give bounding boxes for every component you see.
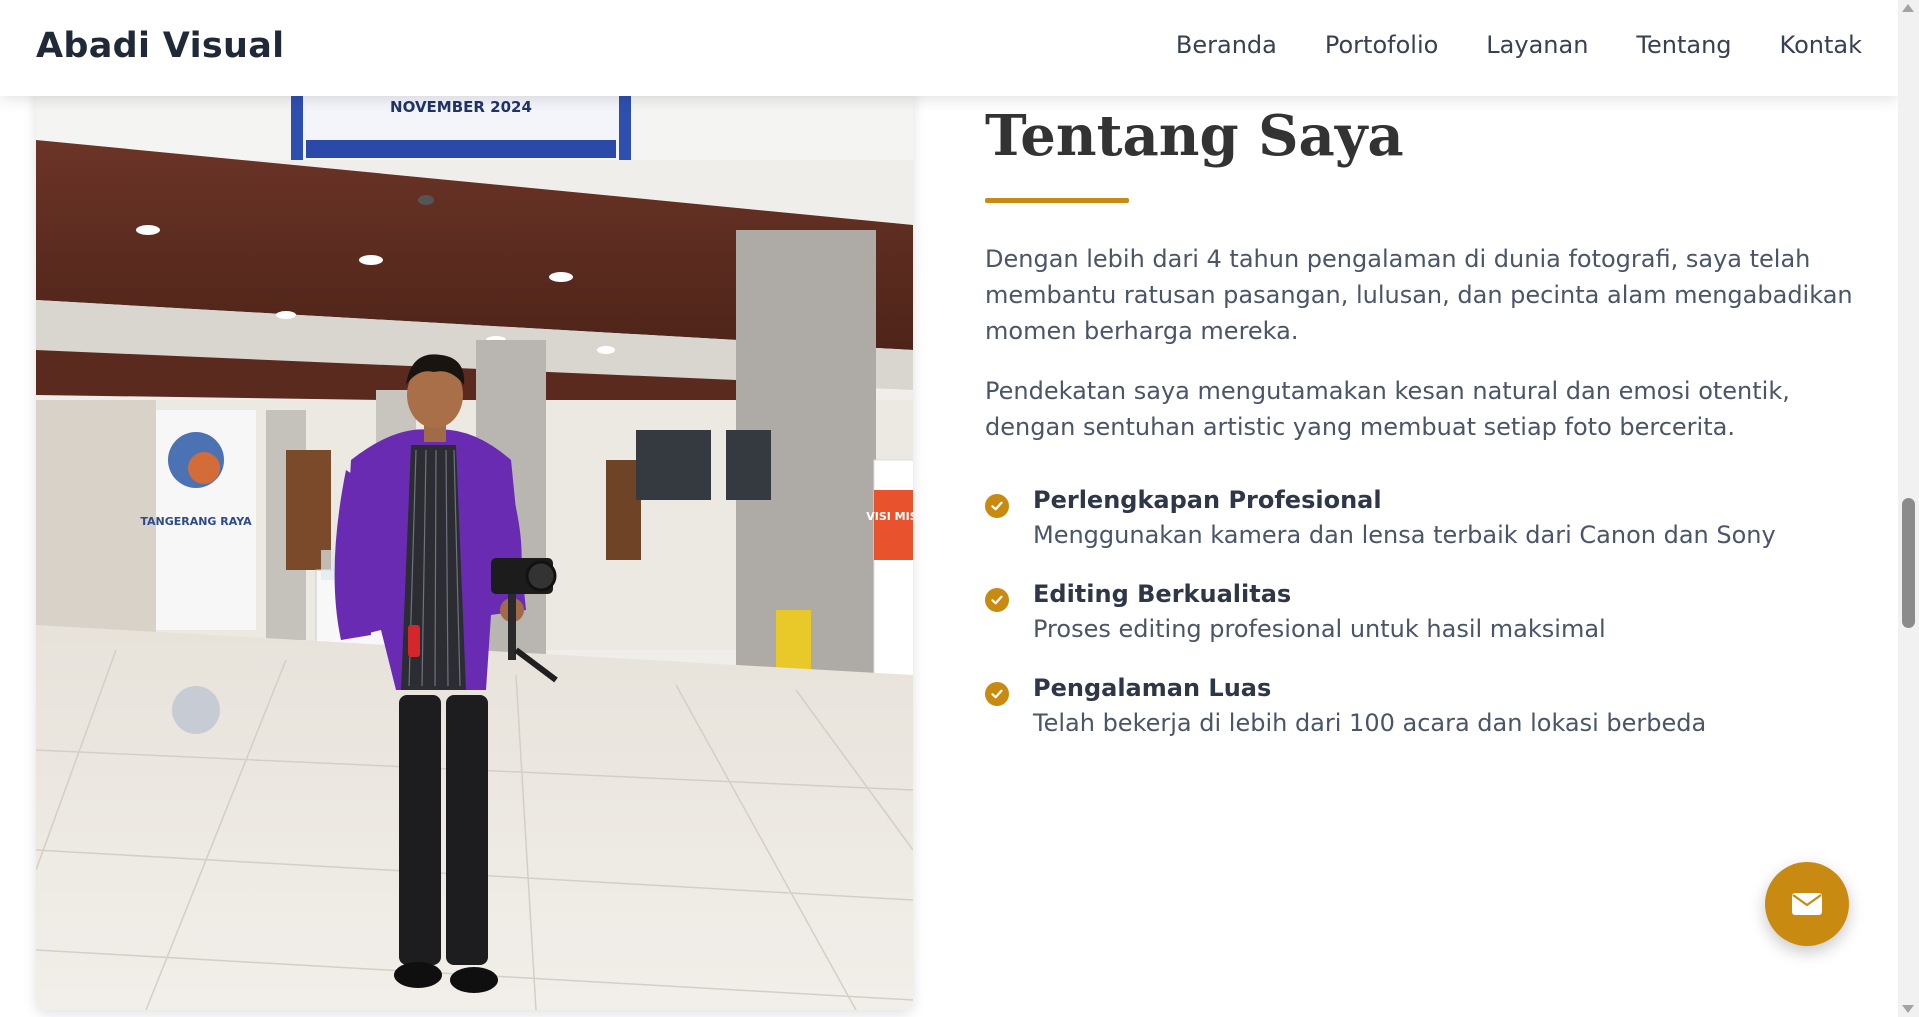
page-viewport: Abadi Visual Beranda Portofolio Layanan … (0, 0, 1919, 1017)
feature-description: Menggunakan kamera dan lensa terbaik dar… (1033, 521, 1776, 549)
nav-link-kontak[interactable]: Kontak (1780, 31, 1862, 59)
about-title: Tentang Saya (985, 103, 1404, 169)
title-underline (985, 198, 1129, 203)
side-banner-text: VISI MISI (866, 510, 913, 523)
feature-title: Editing Berkualitas (1033, 580, 1292, 608)
page-scrollbar[interactable] (1898, 0, 1919, 1017)
nav-link-layanan[interactable]: Layanan (1486, 31, 1588, 59)
feature-item: Editing Berkualitas Proses editing profe… (985, 577, 1855, 647)
nav-link-beranda[interactable]: Beranda (1176, 31, 1277, 59)
feature-item: Pengalaman Luas Telah bekerja di lebih d… (985, 671, 1855, 741)
feature-item: Perlengkapan Profesional Menggunakan kam… (985, 483, 1855, 553)
navbar: Abadi Visual Beranda Portofolio Layanan … (0, 0, 1898, 96)
about-photo: TANGERANG RAYA VISI MISI (36, 50, 913, 1010)
feature-title: Perlengkapan Profesional (1033, 486, 1382, 514)
nav-links: Beranda Portofolio Layanan Tentang Konta… (1176, 31, 1862, 59)
envelope-icon (1792, 893, 1822, 915)
scrollbar-thumb[interactable] (1902, 498, 1915, 628)
check-circle-icon (985, 682, 1009, 706)
wall-logo-text: TANGERANG RAYA (140, 515, 252, 528)
about-paragraph-2: Pendekatan saya mengutamakan kesan natur… (985, 377, 1790, 441)
scroll-up-arrow-icon[interactable] (1902, 4, 1914, 12)
brand-logo[interactable]: Abadi Visual (36, 26, 284, 66)
scroll-down-arrow-icon[interactable] (1902, 1005, 1914, 1013)
nav-link-tentang[interactable]: Tentang (1636, 31, 1731, 59)
about-section: Tentang Saya Dengan lebih dari 4 tahun p… (985, 100, 1855, 741)
nav-link-portofolio[interactable]: Portofolio (1325, 31, 1438, 59)
feature-description: Proses editing profesional untuk hasil m… (1033, 615, 1606, 643)
banner-text: NOVEMBER 2024 (390, 98, 532, 116)
contact-fab-button[interactable] (1765, 862, 1849, 946)
check-circle-icon (985, 494, 1009, 518)
feature-title: Pengalaman Luas (1033, 674, 1272, 702)
feature-description: Telah bekerja di lebih dari 100 acara da… (1033, 709, 1707, 737)
check-circle-icon (985, 588, 1009, 612)
about-paragraph-1: Dengan lebih dari 4 tahun pengalaman di … (985, 245, 1853, 345)
feature-list: Perlengkapan Profesional Menggunakan kam… (985, 483, 1855, 741)
